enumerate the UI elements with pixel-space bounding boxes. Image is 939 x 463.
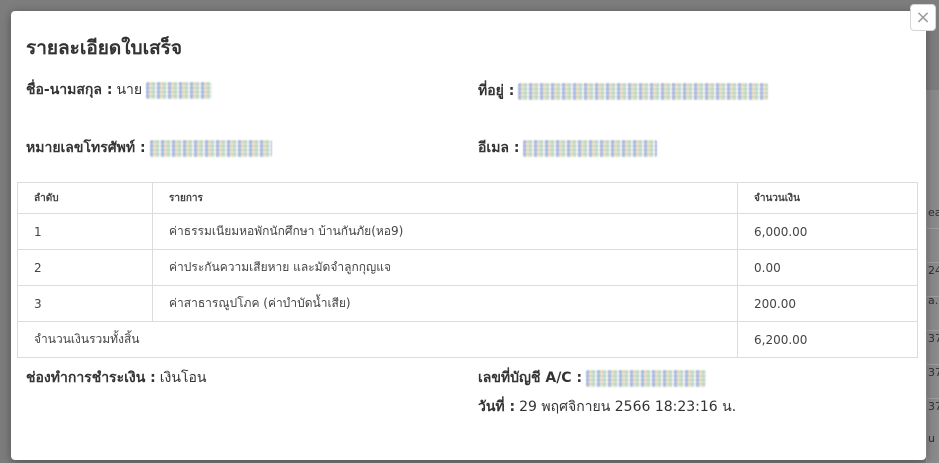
header-order: ลำดับ: [17, 182, 153, 214]
receipt-items-table: ลำดับ รายการ จำนวนเงิน 1 ค่าธรรมเนียมหอพ…: [17, 182, 918, 358]
row-item: ค่าสาธารณูปโภค (ค่าบำบัดน้ำเสีย): [152, 285, 738, 322]
address-label: ที่อยู่ :: [478, 83, 515, 99]
background-row-divider: [926, 262, 939, 263]
address-field: ที่อยู่ :: [478, 80, 769, 102]
name-label: ชื่อ-นามสกุล :: [26, 82, 113, 98]
date-field: วันที่ : 29 พฤศจิกายน 2566 18:23:16 น.: [478, 396, 736, 418]
total-label: จำนวนเงินรวมทั้งสิ้น: [17, 321, 738, 358]
phone-label: หมายเลขโทรศัพท์ :: [26, 140, 146, 156]
name-prefix: นาย: [116, 82, 143, 98]
payment-label: ช่องทำการชำระเงิน :: [26, 370, 156, 386]
background-text-fragment: 37: [928, 400, 939, 413]
payment-field: ช่องทำการชำระเงิน : เงินโอน: [26, 367, 206, 389]
background-row-divider: [926, 228, 939, 229]
email-label: อีเมล :: [478, 140, 520, 156]
row-amount: 200.00: [737, 285, 918, 322]
payment-value: เงินโอน: [159, 370, 207, 386]
receipt-detail-modal: รายละเอียดใบเสร็จ ชื่อ-นามสกุล : นาย ที่…: [11, 11, 926, 460]
background-row-divider: [926, 364, 939, 365]
background-text-fragment: 37: [928, 366, 939, 379]
redacted-phone: [149, 139, 272, 157]
row-order: 3: [17, 285, 153, 322]
phone-field: หมายเลขโทรศัพท์ :: [26, 137, 272, 159]
background-row-divider: [926, 330, 939, 331]
total-row: จำนวนเงินรวมทั้งสิ้น 6,200.00: [17, 321, 918, 358]
account-field: เลขที่บัญชี A/C :: [478, 367, 707, 389]
background-text-fragment: u: [928, 432, 935, 445]
date-value: 29 พฤศจิกายน 2566 18:23:16 น.: [519, 399, 737, 415]
name-field: ชื่อ-นามสกุล : นาย: [26, 79, 213, 101]
table-row: 3 ค่าสาธารณูปโภค (ค่าบำบัดน้ำเสีย) 200.0…: [17, 285, 918, 322]
background-text-fragment: ea: [928, 206, 939, 219]
close-button[interactable]: ×: [910, 4, 936, 31]
header-amount: จำนวนเงิน: [737, 182, 918, 214]
table-row: 1 ค่าธรรมเนียมหอพักนักศึกษา บ้านกันภัย(ห…: [17, 213, 918, 250]
header-item: รายการ: [152, 182, 738, 214]
redacted-email: [523, 139, 658, 157]
row-item: ค่าประกันความเสียหาย และมัดจำลูกกุญแจ: [152, 249, 738, 286]
row-amount: 0.00: [737, 249, 918, 286]
date-label: วันที่ :: [478, 399, 516, 415]
table-header-row: ลำดับ รายการ จำนวนเงิน: [17, 182, 918, 214]
background-text-fragment: a.: [928, 294, 939, 307]
close-icon: ×: [915, 6, 931, 28]
redacted-address: [518, 82, 769, 100]
email-field: อีเมล :: [478, 137, 658, 159]
background-text-fragment: 24: [928, 264, 939, 277]
table-row: 2 ค่าประกันความเสียหาย และมัดจำลูกกุญแจ …: [17, 249, 918, 286]
background-text-fragment: 37: [928, 332, 939, 345]
row-item: ค่าธรรมเนียมหอพักนักศึกษา บ้านกันภัย(หอ9…: [152, 213, 738, 250]
row-amount: 6,000.00: [737, 213, 918, 250]
total-amount: 6,200.00: [737, 321, 918, 358]
redacted-account-number: [586, 369, 707, 387]
modal-title: รายละเอียดใบเสร็จ: [26, 37, 182, 59]
account-label: เลขที่บัญชี A/C :: [478, 370, 583, 386]
background-row-divider: [926, 398, 939, 399]
row-order: 2: [17, 249, 153, 286]
row-order: 1: [17, 213, 153, 250]
redacted-name: [146, 81, 213, 99]
